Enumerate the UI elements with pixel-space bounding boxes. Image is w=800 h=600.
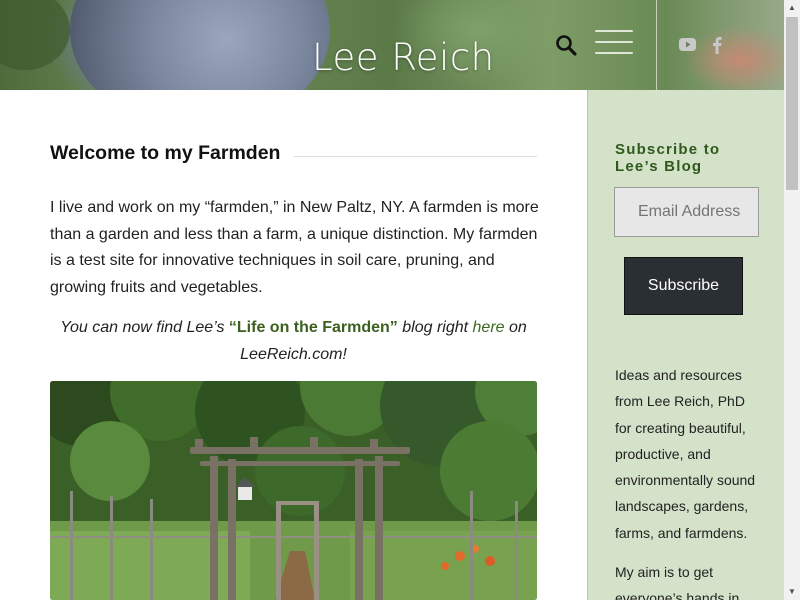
blog-note-prefix: You can now find Lee’s — [60, 319, 229, 336]
subscribe-heading: Subscribe to Lee’s Blog — [615, 141, 721, 175]
page-title-row: Welcome to my Farmden — [50, 142, 537, 168]
intro-paragraph: I live and work on my “farmden,” in New … — [50, 199, 539, 296]
youtube-icon[interactable] — [679, 38, 696, 51]
sidebar: Subscribe to Lee’s Blog Subscribe Ideas … — [587, 90, 784, 600]
site-title[interactable]: Lee Reich — [312, 36, 494, 79]
header-divider — [656, 0, 657, 90]
blog-name: “Life on the Farmden” — [228, 319, 398, 336]
page-title: Welcome to my Farmden — [50, 142, 295, 165]
facebook-icon[interactable] — [710, 36, 724, 54]
site-header: Lee Reich — [0, 0, 784, 90]
search-icon[interactable] — [554, 33, 580, 59]
scrollbar-thumb[interactable] — [786, 17, 798, 190]
email-field[interactable] — [614, 187, 759, 237]
sidebar-description: Ideas and resources from Lee Reich, PhD … — [615, 367, 756, 541]
header-background-leaf — [0, 0, 70, 70]
scroll-up-arrow-icon[interactable]: ▲ — [784, 0, 800, 16]
blog-announcement: You can now find Lee’s “Life on the Farm… — [50, 314, 537, 368]
blog-here-link[interactable]: here — [473, 319, 505, 336]
garden-photo — [50, 381, 537, 600]
subscribe-button[interactable]: Subscribe — [624, 257, 743, 315]
scroll-down-arrow-icon[interactable]: ▼ — [784, 584, 800, 600]
blog-note-middle: blog right — [397, 319, 473, 336]
main-content: Welcome to my Farmden I live and work on… — [0, 90, 587, 600]
hamburger-menu-icon[interactable] — [595, 30, 633, 60]
page-scrollbar[interactable]: ▲ ▼ — [784, 0, 800, 600]
sidebar-aim-text: My aim is to get everyone’s hands in — [615, 564, 740, 600]
header-background-fruit — [70, 0, 330, 90]
